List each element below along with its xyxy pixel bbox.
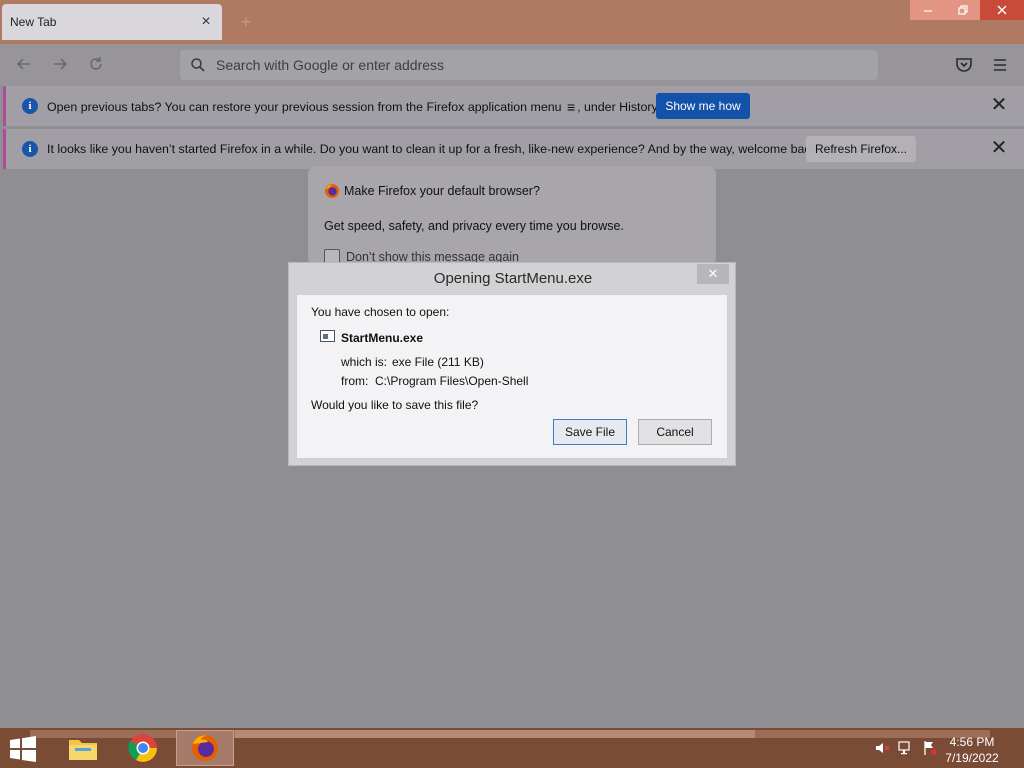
chrome-icon: [128, 734, 157, 762]
firefox-icon: [325, 184, 339, 198]
pocket-button[interactable]: [954, 55, 974, 75]
default-browser-body: Get speed, safety, and privacy every tim…: [324, 219, 624, 233]
save-question: Would you like to save this file?: [311, 398, 479, 412]
speaker-icon: [876, 743, 890, 753]
taskbar: 4:56 PM 7/19/2022: [0, 728, 1024, 768]
action-center-flag-icon[interactable]: [922, 740, 938, 756]
window-controls: [910, 0, 1024, 20]
hamburger-menu-icon: [994, 59, 1006, 71]
taskbar-scroll-thumb[interactable]: [235, 730, 755, 738]
forward-button[interactable]: [50, 55, 70, 75]
taskbar-chrome[interactable]: [114, 730, 172, 766]
refresh-firefox-button[interactable]: Refresh Firefox...: [806, 136, 916, 162]
flag-icon: [924, 741, 937, 755]
volume-muted-icon[interactable]: [874, 740, 890, 756]
file-type-value: exe File (211 KB): [392, 355, 484, 369]
notification-message: It looks like you haven’t started Firefo…: [47, 142, 821, 156]
start-button[interactable]: [8, 736, 38, 762]
info-icon: i: [22, 141, 38, 157]
which-is-label: which is:: [341, 355, 388, 369]
new-tab-button[interactable]: +: [236, 12, 256, 32]
file-name: StartMenu.exe: [341, 331, 424, 345]
cancel-button[interactable]: Cancel: [638, 419, 712, 445]
pocket-icon: [956, 58, 972, 72]
dialog-close-button[interactable]: ✕: [697, 264, 729, 284]
restore-session-notification: i Open previous tabs? You can restore yo…: [3, 86, 1024, 126]
tab-title: New Tab: [10, 15, 57, 29]
network-icon[interactable]: [898, 740, 914, 756]
clock-date: 7/19/2022: [945, 751, 999, 765]
from-label: from:: [341, 374, 369, 388]
reload-icon: [90, 57, 102, 70]
forward-arrow-icon: [54, 58, 68, 70]
folder-icon: [69, 740, 97, 760]
reload-button[interactable]: [86, 55, 106, 75]
file-icon: [320, 330, 335, 342]
default-browser-title: Make Firefox your default browser?: [344, 184, 540, 198]
clock-time: 4:56 PM: [949, 735, 995, 749]
taskbar-file-explorer[interactable]: [54, 730, 112, 766]
dialog-title: Opening StartMenu.exe: [433, 270, 593, 287]
notification-message: Open previous tabs? You can restore your…: [47, 99, 660, 115]
download-dialog: Opening StartMenu.exe ✕ You have chosen …: [288, 262, 736, 466]
minimize-icon: [923, 10, 932, 12]
tab-close-icon[interactable]: ×: [198, 14, 214, 30]
dialog-intro: You have chosen to open:: [311, 305, 450, 319]
notification-message-suffix: , under History.: [577, 100, 661, 114]
address-bar-placeholder: Search with Google or enter address: [216, 57, 445, 73]
restore-icon: [957, 5, 968, 15]
show-me-how-button[interactable]: Show me how: [656, 93, 750, 119]
refresh-firefox-notification: i It looks like you haven’t started Fire…: [3, 129, 1024, 169]
close-window-button[interactable]: [980, 0, 1024, 20]
tab-new-tab[interactable]: New Tab ×: [2, 4, 222, 40]
network-monitor-icon: [898, 741, 910, 755]
taskbar-firefox[interactable]: [176, 730, 234, 766]
notification-message-text: Open previous tabs? You can restore your…: [47, 100, 562, 114]
title-bar: New Tab × +: [0, 0, 1024, 44]
app-menu-button[interactable]: [990, 55, 1010, 75]
taskbar-clock[interactable]: 4:56 PM 7/19/2022: [940, 734, 1004, 766]
windows-logo-icon: [10, 736, 36, 762]
back-arrow-icon: [16, 58, 30, 70]
restore-button[interactable]: [945, 0, 980, 20]
firefox-icon: [192, 735, 218, 761]
address-bar[interactable]: Search with Google or enter address: [180, 50, 878, 80]
navigation-toolbar: Search with Google or enter address: [0, 44, 1024, 86]
back-button[interactable]: [14, 55, 34, 75]
dialog-content: You have chosen to open: StartMenu.exe w…: [296, 294, 728, 459]
close-icon: [997, 5, 1007, 15]
search-icon: [191, 58, 205, 72]
default-browser-dialog: Make Firefox your default browser? Get s…: [308, 166, 716, 266]
close-notification-icon[interactable]: ✕: [990, 138, 1008, 158]
save-file-button[interactable]: Save File: [553, 419, 627, 445]
minimize-button[interactable]: [910, 0, 945, 20]
close-notification-icon[interactable]: ✕: [990, 95, 1008, 115]
info-icon: i: [22, 98, 38, 114]
menu-glyph-icon: ≡: [566, 99, 576, 115]
from-path-value: C:\Program Files\Open-Shell: [375, 374, 529, 388]
